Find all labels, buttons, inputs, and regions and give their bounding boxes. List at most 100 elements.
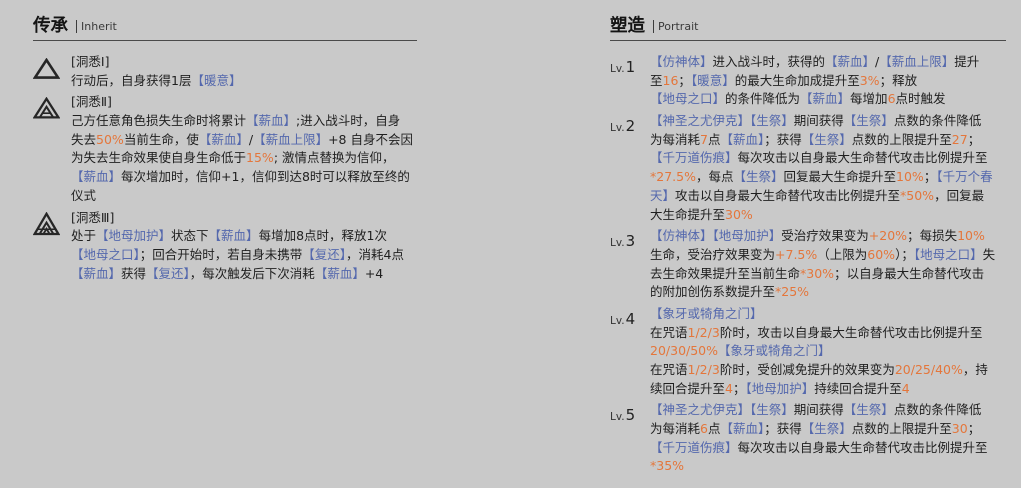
number-text: +7.5% [775, 246, 818, 262]
keyword-text: 【薪血】 [208, 228, 259, 244]
keyword-text: 【生祭】 [801, 421, 852, 437]
inherit-underline [33, 40, 417, 41]
desc-text: +4 [364, 265, 384, 281]
keyword-text: 【生祭】 [843, 113, 894, 129]
desc-text: 点时触发 [895, 91, 946, 107]
inherit-title: 传承 [33, 16, 68, 36]
level-number: 4 [625, 309, 636, 328]
inherit-item-1: [洞悉Ⅰ] 行动后，自身获得1层【暖意】 [33, 53, 417, 90]
triangle-double-icon [33, 97, 60, 119]
portrait-subtitle: Portrait [653, 19, 698, 33]
keyword-text: 【千万道伤痕】 [650, 439, 738, 455]
level-label: Lv.4 [610, 310, 635, 328]
desc-text: ； [732, 380, 746, 396]
desc-text: ； [967, 421, 981, 437]
level-label: Lv.3 [610, 232, 635, 250]
desc-text: 点 [707, 421, 721, 437]
portrait-level-4: Lv.4 【象牙或犄角之门】 在咒语1/2/3阶时，攻击以自身最大生命替代攻击比例… [610, 305, 1006, 398]
desc-line: 为每消耗6点【薪血】；获得【生祭】点数的上限提升至30； [650, 420, 1006, 439]
desc-line: 为每消耗7点【薪血】；获得【生祭】点数的上限提升至27； [650, 131, 1006, 150]
desc-text: ，消耗4点 [346, 246, 404, 262]
keyword-text: 【薪血】 [314, 265, 365, 281]
number-text: *35% [650, 458, 685, 474]
level-description: 【神圣之尤伊克】【生祭】期间获得【生祭】点数的条件降低 为每消耗7点【薪血】；获得… [650, 112, 1006, 224]
number-text: 10% [957, 228, 985, 244]
desc-text: 在咒语 [650, 324, 688, 340]
desc-text: 己方任意角色损失生命时将累计 [71, 113, 247, 129]
desc-text: ，持 [962, 362, 988, 377]
desc-text: （上限为 [817, 246, 868, 262]
keyword-text: 【薪血】 [198, 131, 249, 147]
number-text: 30% [725, 206, 753, 222]
desc-text: 点数的上限提升至 [851, 131, 952, 147]
desc-text: ，回复最 [934, 187, 985, 203]
keyword-text: 【地母之口】 [913, 246, 983, 262]
inherit-subtitle: Inherit [76, 19, 117, 33]
desc-text: 阶时，受创减免提升的效果变为 [719, 362, 895, 377]
desc-text: ； [923, 169, 937, 185]
level-number: 2 [625, 117, 636, 136]
keyword-text: 【薪血】 [246, 113, 297, 129]
desc-text: 处于 [71, 228, 97, 244]
portrait-underline [610, 40, 1006, 41]
number-text: 6 [887, 91, 896, 107]
number-text: *25% [775, 284, 810, 300]
desc-text: 进入战斗时，获得的 [712, 54, 826, 69]
level-prefix: Lv. [610, 122, 625, 135]
number-text: 30 [951, 421, 968, 437]
keyword-text: 【薪血】 [825, 54, 876, 69]
desc-line: 【仿神体】【地母加护】受治疗效果变为+20%；每损失10% [650, 227, 1006, 246]
desc-text: +8 自身不会因 [328, 131, 413, 147]
keyword-text: 天】 [650, 187, 676, 203]
level-label: Lv.5 [610, 406, 635, 424]
desc-text: 为每消耗 [650, 421, 701, 437]
keyword-text: 【神圣之尤伊克】 [650, 402, 751, 418]
desc-text: 阶时，攻击以自身最大生命替代攻击比例提升至 [719, 324, 983, 340]
keyword-text: 【象牙或犄角之门】 [718, 343, 831, 359]
keyword-text: 【薪血】 [720, 421, 765, 437]
number-text: 50% [96, 131, 124, 147]
desc-text: ； [967, 131, 981, 147]
number-text: 27 [951, 131, 968, 147]
keyword-text: 【千万道伤痕】 [650, 150, 738, 166]
desc-text: 期间获得 [793, 113, 844, 129]
skill-description: 处于【地母加护】状态下【薪血】每增加8点时，释放1次 【地母之口】；回合开始时，若… [71, 227, 417, 283]
desc-line: 【神圣之尤伊克】【生祭】期间获得【生祭】点数的条件降低 [650, 112, 1006, 131]
desc-text: 期间获得 [793, 402, 844, 418]
number-text: +20% [868, 228, 908, 244]
keyword-text: 【千万个春 [936, 169, 993, 185]
desc-text: 获得 [121, 265, 147, 281]
desc-text: ；释放 [879, 72, 918, 88]
desc-line: 去生命效果提升至当前生命*30%；以自身最大生命替代攻击 [650, 265, 1006, 284]
desc-text: 失 [982, 246, 996, 262]
desc-line: *27.5%，每点【生祭】回复最大生命提升至10%；【千万个春 [650, 168, 1006, 187]
desc-line: 【千万道伤痕】每次攻击以自身最大生命替代攻击比例提升至 [650, 149, 1006, 168]
number-text: 1/2/3 [687, 324, 720, 340]
number-text: *27.5% [650, 169, 696, 185]
desc-line: 仪式 [71, 187, 417, 206]
desc-line: 【神圣之尤伊克】【生祭】期间获得【生祭】点数的条件降低 [650, 401, 1006, 420]
keyword-text: 【薪血上限】 [253, 131, 329, 147]
desc-text: 仪式 [71, 187, 97, 203]
desc-text: 的条件降低为 [725, 91, 801, 107]
keyword-text: 【暖意】 [191, 72, 242, 88]
desc-text: 的最大生命加成提升至 [734, 72, 860, 88]
level-prefix: Lv. [610, 411, 625, 424]
desc-line: 【地母之口】的条件降低为【薪血】每增加6点时触发 [650, 90, 1006, 109]
desc-text: 的附加创伤系数提升至 [650, 284, 776, 300]
desc-text: 生命，受治疗效果变为 [650, 246, 776, 262]
keyword-text: 【神圣之尤伊克】 [650, 113, 751, 129]
inherit-list: [洞悉Ⅰ] 行动后，自身获得1层【暖意】 [洞悉Ⅱ] 己方任意角色损失生命时将累… [33, 53, 417, 283]
keyword-text: 【生祭】 [843, 402, 894, 418]
keyword-text: 【仿神体】 [650, 228, 713, 244]
desc-line: 失去50%当前生命，使【薪血】/【薪血上限】+8 自身不会因 [71, 131, 417, 150]
keyword-text: 【仿神体】 [650, 54, 713, 69]
desc-text: 点数的上限提升至 [851, 421, 952, 437]
keyword-text: 【生祭】 [733, 169, 784, 185]
desc-text: 为每消耗 [650, 131, 701, 147]
keyword-text: 【生祭】 [750, 402, 794, 418]
desc-text: ；获得 [764, 131, 802, 147]
desc-line: 【薪血】获得【复还】，每次触发后下次消耗【薪血】+4 [71, 265, 417, 284]
number-text: 20/30/50% [650, 343, 719, 359]
desc-text: ; 激情点替换为信仰， [273, 150, 395, 166]
